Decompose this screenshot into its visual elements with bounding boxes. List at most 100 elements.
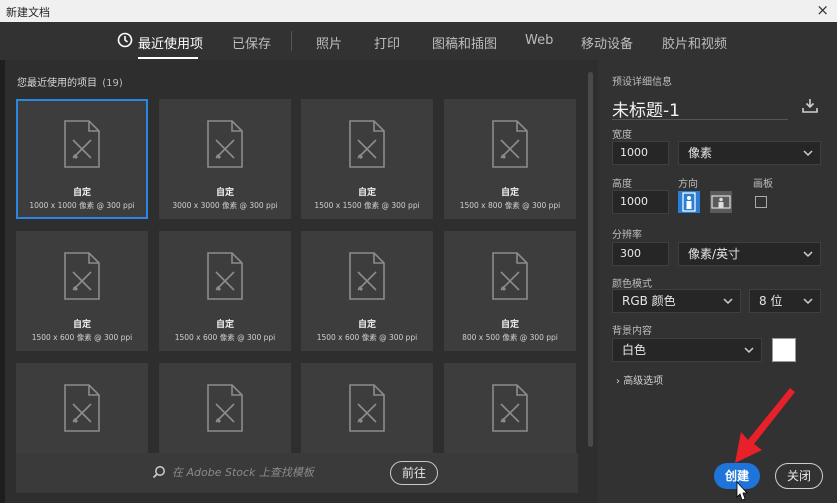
preset-card[interactable]: 自定 1500 x 600 像素 @ 300 ppi [16,231,148,351]
height-input[interactable]: 1000 [612,190,669,214]
active-tab-indicator [138,57,198,59]
tab-recent[interactable]: 最近使用项 [138,33,203,52]
chevron-down-icon [803,251,813,258]
document-icon [349,120,385,168]
tab-divider [291,31,292,51]
preset-spec: 1500 x 800 像素 @ 300 ppi [459,201,561,210]
recent-section-label: 您最近使用的项目 [17,78,97,89]
tab-film-video[interactable]: 胶片和视频 [662,33,727,52]
preset-spec: 1500 x 600 像素 @ 300 ppi [31,333,133,342]
resolution-unit-value: 像素/英寸 [688,247,741,261]
color-mode-value: RGB 颜色 [622,294,676,308]
recent-items-panel: 您最近使用的项目 (19) 自定 1000 x 1000 像素 @ 300 ppi… [0,60,598,503]
preset-spec: 3000 x 3000 像素 @ 300 ppi [172,201,278,210]
save-preset-icon[interactable] [801,98,819,114]
category-tab-bar: 最近使用项 已保存 照片 打印 图稿和插图 Web 移动设备 胶片和视频 [0,22,837,60]
background-label: 背景内容 [612,326,652,337]
landscape-orientation-button[interactable] [710,191,732,213]
preset-details-panel: 预设详细信息 未标题-1 宽度 1000 像素 高度 方向 画板 1000 分辨… [598,60,837,503]
document-icon [492,252,528,300]
bit-depth-dropdown[interactable]: 8 位 [749,289,821,313]
preset-spec: 1000 x 1000 像素 @ 300 ppi [29,201,135,210]
tab-saved[interactable]: 已保存 [232,33,271,52]
preset-card[interactable]: 自定 1500 x 1500 像素 @ 300 ppi [301,99,433,219]
artboard-checkbox[interactable] [755,196,767,208]
chevron-down-icon [744,347,754,354]
tab-mobile[interactable]: 移动设备 [581,33,633,52]
chevron-down-icon [723,298,733,305]
preset-name: 自定 [215,188,234,198]
preset-name: 自定 [500,320,519,330]
preset-spec: 1500 x 600 像素 @ 300 ppi [316,333,418,342]
preset-name: 自定 [72,320,91,330]
width-unit-dropdown[interactable]: 像素 [678,141,821,165]
document-icon [64,252,100,300]
width-unit-value: 像素 [688,146,713,160]
resolution-label: 分辨率 [612,230,642,241]
artboard-label: 画板 [753,179,773,190]
preset-card[interactable]: 自定 1500 x 600 像素 @ 300 ppi [159,231,291,351]
document-icon [492,384,528,432]
preset-name: 自定 [357,320,376,330]
background-dropdown[interactable]: 白色 [612,338,762,362]
clock-icon [117,32,133,48]
document-icon [349,252,385,300]
window-title: 新建文档 [6,6,50,19]
preset-card[interactable]: 自定 1000 x 1000 像素 @ 300 ppi [16,99,148,219]
tab-print[interactable]: 打印 [374,33,400,52]
preset-name: 自定 [215,320,234,330]
document-icon [207,120,243,168]
title-bar: 新建文档 × [0,0,837,22]
preset-name: 自定 [72,188,91,198]
create-button[interactable]: 创建 [714,463,760,489]
preset-spec: 1500 x 600 像素 @ 300 ppi [174,333,276,342]
resolution-unit-dropdown[interactable]: 像素/英寸 [678,242,821,266]
chevron-down-icon [803,298,813,305]
document-icon [349,384,385,432]
bit-depth-value: 8 位 [759,294,783,308]
background-value: 白色 [622,343,647,357]
background-color-swatch[interactable] [772,338,796,362]
chevron-down-icon [803,150,813,157]
search-icon [152,466,165,479]
document-icon [207,252,243,300]
document-name-input[interactable]: 未标题-1 [612,96,680,121]
close-button[interactable]: 关闭 [775,463,823,489]
stock-search-bar: 在 Adobe Stock 上查找模板 前往 [16,453,578,493]
height-label: 高度 [612,179,632,190]
preset-card[interactable]: 自定 1500 x 600 像素 @ 300 ppi [301,231,433,351]
window-close-button[interactable]: × [816,1,829,19]
document-icon [64,120,100,168]
advanced-options-toggle[interactable]: › 高级选项 [616,372,663,387]
tab-art-illustration[interactable]: 图稿和插图 [432,33,497,52]
color-mode-label: 颜色模式 [612,279,652,290]
preset-card[interactable]: 自定 800 x 500 像素 @ 300 ppi [444,231,576,351]
width-input[interactable]: 1000 [612,141,669,165]
recent-count: (19) [102,78,123,89]
width-label: 宽度 [612,130,632,141]
document-icon [207,384,243,432]
preset-card[interactable]: 自定 1500 x 800 像素 @ 300 ppi [444,99,576,219]
recent-section-title: 您最近使用的项目 (19) [17,74,123,89]
left-edge [0,60,5,503]
resolution-input[interactable]: 300 [612,242,669,266]
document-icon [492,120,528,168]
scrollbar[interactable] [588,72,593,447]
chevron-right-icon: › [616,376,620,387]
advanced-options-label: 高级选项 [623,376,664,387]
orientation-label: 方向 [678,179,698,190]
preset-name: 自定 [500,188,519,198]
landscape-icon [711,195,731,209]
preset-spec: 1500 x 1500 像素 @ 300 ppi [314,201,420,210]
preset-card[interactable]: 自定 3000 x 3000 像素 @ 300 ppi [159,99,291,219]
preset-spec: 800 x 500 像素 @ 300 ppi [462,333,558,342]
go-button[interactable]: 前往 [390,461,438,485]
tab-web[interactable]: Web [525,33,553,48]
color-mode-dropdown[interactable]: RGB 颜色 [612,289,741,313]
document-name-underline [612,119,788,120]
portrait-orientation-button[interactable] [678,191,700,213]
preset-details-label: 预设详细信息 [612,77,672,88]
document-icon [64,384,100,432]
tab-photo[interactable]: 照片 [316,33,342,52]
stock-search-input[interactable]: 在 Adobe Stock 上查找模板 [172,464,314,480]
